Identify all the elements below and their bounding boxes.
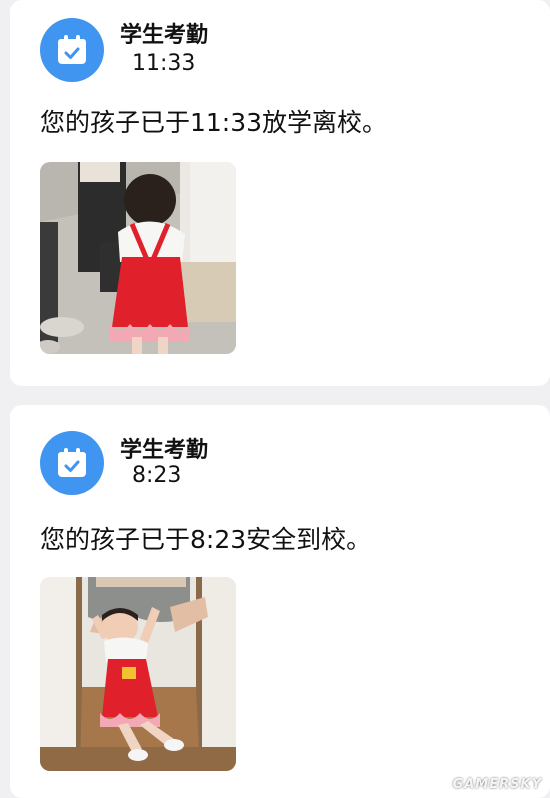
child-arriving-school-photo[interactable] <box>40 577 236 771</box>
notification-time: 11:33 <box>132 51 196 76</box>
calendar-check-icon <box>40 431 104 495</box>
notification-message: 您的孩子已于11:33放学离校。 <box>40 108 388 137</box>
notification-time: 8:23 <box>132 463 182 488</box>
notification-message: 您的孩子已于8:23安全到校。 <box>40 525 372 554</box>
notification-card[interactable]: 学生考勤 8:23 您的孩子已于8:23安全到校。 <box>10 405 550 798</box>
watermark-logo: GAMERSKY <box>452 777 542 792</box>
calendar-check-icon <box>40 18 104 82</box>
notification-card[interactable]: 学生考勤 11:33 您的孩子已于11:33放学离校。 <box>10 0 550 386</box>
app-name: 学生考勤 <box>120 438 209 463</box>
app-name: 学生考勤 <box>120 23 209 48</box>
child-leaving-school-photo[interactable] <box>40 162 236 354</box>
